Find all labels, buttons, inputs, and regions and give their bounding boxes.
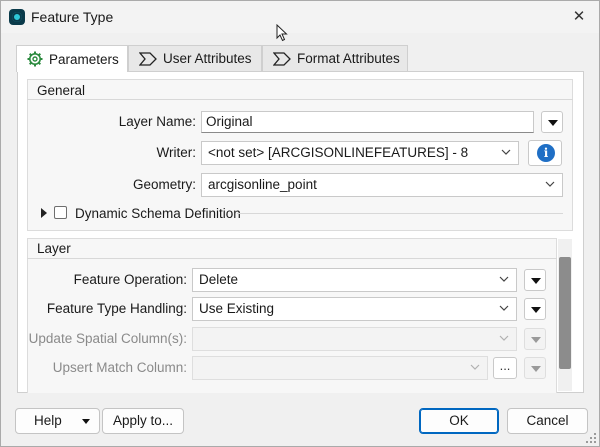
upsert-match-browse-button[interactable]: ... <box>493 357 517 379</box>
feature-operation-menu-button[interactable] <box>524 269 546 291</box>
attribute-tag-icon <box>273 52 291 66</box>
tab-format-attributes-label: Format Attributes <box>297 51 400 66</box>
chevron-down-icon <box>499 276 509 282</box>
feature-operation-select[interactable]: Delete <box>192 268 517 292</box>
dynamic-schema-expander-icon[interactable] <box>41 208 47 218</box>
window-title: Feature Type <box>31 9 114 25</box>
layer-divider <box>27 258 557 259</box>
layer-name-label: Layer Name: <box>118 114 196 129</box>
writer-select[interactable]: <not set> [ARCGISONLINEFEATURES] - 8 <box>201 141 519 165</box>
layer-name-field[interactable]: Original <box>201 111 534 133</box>
help-button[interactable]: Help <box>15 408 100 434</box>
geometry-select[interactable]: arcgisonline_point <box>201 173 563 197</box>
close-icon[interactable]: ✕ <box>567 5 591 29</box>
writer-select-value: <not set> [ARCGISONLINEFEATURES] - 8 <box>208 145 469 160</box>
feature-type-handling-value: Use Existing <box>199 301 275 316</box>
fme-app-icon <box>9 9 25 25</box>
apply-to-button[interactable]: Apply to... <box>102 408 184 434</box>
general-section-title: General <box>37 83 86 98</box>
chevron-down-icon <box>545 181 555 187</box>
chevron-down-icon <box>499 305 509 311</box>
upsert-match-column-label: Upsert Match Column: <box>52 360 187 375</box>
dynamic-schema-label: Dynamic Schema Definition <box>75 206 241 221</box>
triangle-down-icon <box>82 419 90 424</box>
dynamic-schema-checkbox[interactable] <box>54 206 67 219</box>
feature-type-handling-label: Feature Type Handling: <box>46 301 187 316</box>
help-button-label: Help <box>34 413 62 428</box>
upsert-match-column-menu-button[interactable] <box>524 357 546 379</box>
title-bar: Feature Type ✕ <box>1 1 599 33</box>
feature-type-handling-menu-button[interactable] <box>524 298 546 320</box>
tab-user-attributes[interactable]: User Attributes <box>128 45 262 71</box>
feature-type-dialog: Feature Type ✕ Parameters User Attribute… <box>0 0 600 447</box>
triangle-down-icon <box>531 337 541 343</box>
update-spatial-columns-select[interactable] <box>192 327 517 351</box>
writer-label: Writer: <box>156 145 197 160</box>
triangle-down-icon <box>531 278 541 284</box>
resize-grip-icon[interactable] <box>584 431 598 445</box>
feature-type-handling-select[interactable]: Use Existing <box>192 297 517 321</box>
layer-scrollbar-thumb[interactable] <box>559 257 571 369</box>
upsert-match-column-select[interactable] <box>192 356 488 380</box>
chevron-down-icon <box>470 364 480 370</box>
update-spatial-columns-menu-button[interactable] <box>524 328 546 350</box>
geometry-label: Geometry: <box>132 177 196 192</box>
attribute-tag-icon <box>139 52 157 66</box>
tab-parameters-label: Parameters <box>49 52 119 67</box>
tab-parameters[interactable]: Parameters <box>16 45 128 72</box>
mouse-pointer-icon <box>276 24 288 42</box>
chevron-down-icon <box>499 335 509 341</box>
layer-name-menu-button[interactable] <box>541 111 563 133</box>
update-spatial-columns-label: Update Spatial Column(s): <box>28 331 187 346</box>
ok-button[interactable]: OK <box>419 408 499 434</box>
dynamic-schema-divider <box>237 213 563 214</box>
layer-section-title: Layer <box>37 241 71 256</box>
general-divider <box>27 99 573 100</box>
triangle-down-icon <box>548 120 558 126</box>
writer-info-button[interactable]: i <box>528 140 562 166</box>
triangle-down-icon <box>531 366 541 372</box>
geometry-select-value: arcgisonline_point <box>208 177 317 192</box>
gear-icon <box>27 51 43 67</box>
feature-operation-label: Feature Operation: <box>73 272 187 287</box>
cancel-button[interactable]: Cancel <box>507 408 588 434</box>
chevron-down-icon <box>501 149 511 155</box>
info-icon: i <box>537 144 555 162</box>
triangle-down-icon <box>531 307 541 313</box>
feature-operation-value: Delete <box>199 272 239 287</box>
tab-format-attributes[interactable]: Format Attributes <box>262 45 408 71</box>
tab-user-attributes-label: User Attributes <box>163 51 252 66</box>
